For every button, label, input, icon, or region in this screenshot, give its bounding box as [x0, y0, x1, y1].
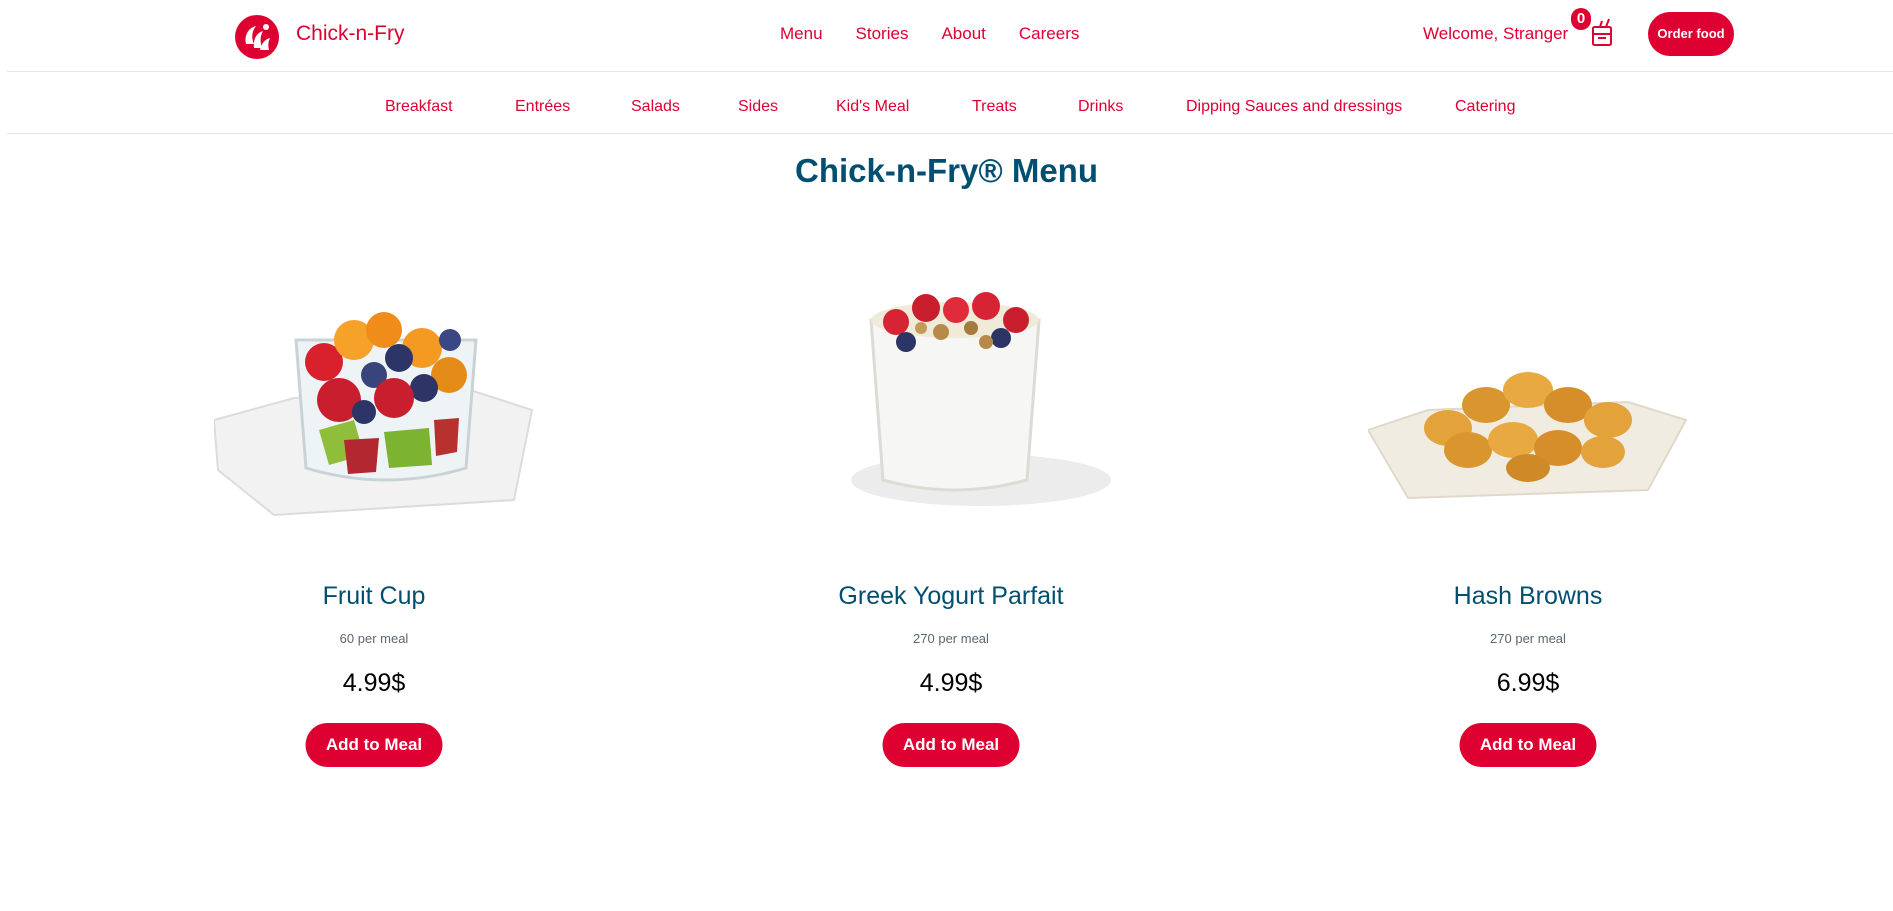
- category-sides[interactable]: Sides: [738, 98, 778, 116]
- hash-browns-image: [1368, 372, 1688, 500]
- category-treats[interactable]: Treats: [972, 98, 1017, 116]
- main-nav: Menu Stories About Careers: [780, 24, 1079, 44]
- welcome-text: Welcome, Stranger: [1423, 24, 1569, 43]
- category-breakfast[interactable]: Breakfast: [385, 98, 453, 116]
- category-entrees[interactable]: Entrées: [515, 98, 570, 116]
- category-kids-meal[interactable]: Kid's Meal: [836, 98, 909, 116]
- item-calories: 60 per meal: [339, 631, 409, 646]
- page-title: Chick-n-Fry® Menu: [795, 152, 1098, 189]
- nav-stories[interactable]: Stories: [856, 24, 909, 44]
- chicken-logo-icon[interactable]: [234, 14, 280, 60]
- nav-about[interactable]: About: [941, 24, 985, 44]
- category-divider: [7, 133, 1893, 134]
- menu-item-card: Greek Yogurt Parfait 270 per meal 4.99$ …: [751, 280, 1151, 780]
- nav-menu[interactable]: Menu: [780, 24, 823, 44]
- menu-item-card: Hash Browns 270 per meal 6.99$ Add to Me…: [1328, 280, 1728, 780]
- food-bag-icon[interactable]: [1586, 16, 1618, 48]
- yogurt-parfait-image: [851, 292, 1111, 506]
- brand-name[interactable]: Chick-n-Fry: [296, 22, 405, 46]
- item-price: 4.99$: [342, 669, 406, 697]
- add-to-meal-button[interactable]: Add to Meal: [1459, 723, 1597, 767]
- item-name: Fruit Cup: [322, 582, 426, 610]
- item-price: 6.99$: [1496, 669, 1560, 697]
- category-salads[interactable]: Salads: [631, 98, 680, 116]
- item-price: 4.99$: [919, 669, 983, 697]
- top-header: Chick-n-Fry Menu Stories About Careers W…: [0, 0, 1893, 72]
- category-catering[interactable]: Catering: [1455, 98, 1515, 116]
- category-drinks[interactable]: Drinks: [1078, 98, 1123, 116]
- add-to-meal-button[interactable]: Add to Meal: [882, 723, 1020, 767]
- menu-item-card: Fruit Cup 60 per meal 4.99$ Add to Meal: [174, 280, 574, 780]
- nav-careers[interactable]: Careers: [1019, 24, 1079, 44]
- category-dipping-sauces[interactable]: Dipping Sauces and dressings: [1186, 98, 1402, 116]
- item-name: Hash Browns: [1453, 582, 1603, 610]
- order-food-button[interactable]: Order food: [1648, 12, 1734, 56]
- add-to-meal-button[interactable]: Add to Meal: [305, 723, 443, 767]
- item-calories: 270 per meal: [913, 631, 989, 646]
- item-name: Greek Yogurt Parfait: [838, 582, 1064, 610]
- item-calories: 270 per meal: [1490, 631, 1566, 646]
- fruit-cup-image: [214, 312, 534, 517]
- category-nav: Breakfast Entrées Salads Sides Kid's Mea…: [0, 72, 1893, 134]
